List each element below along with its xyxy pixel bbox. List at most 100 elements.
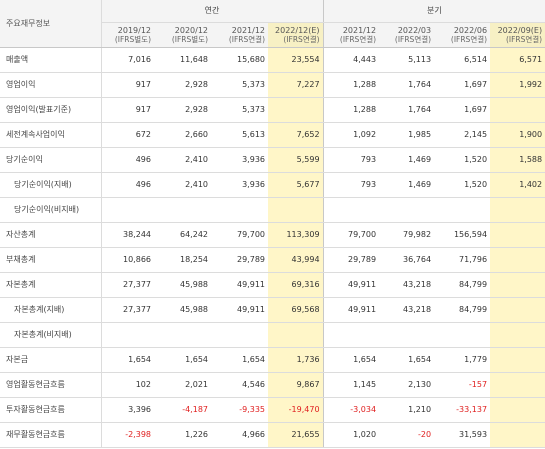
- period-year: 2022/09(E): [497, 25, 543, 35]
- table-cell: 7,016: [101, 47, 154, 73]
- table-cell: 1,654: [379, 347, 435, 373]
- table-cell: 2,410: [154, 172, 211, 198]
- table-cell: 45,988: [154, 272, 211, 298]
- period-header: 2022/09(E) (IFRS연결): [490, 22, 545, 48]
- row-label: 영업활동현금흐름: [0, 372, 102, 398]
- table-cell: [379, 197, 435, 223]
- period-header: 2021/12 (IFRS연결): [211, 22, 268, 48]
- table-cell: 113,309: [268, 222, 324, 248]
- table-cell: [490, 297, 545, 323]
- table-cell: 1,469: [379, 172, 435, 198]
- period-accounting-type: (IFRS별도): [171, 34, 208, 44]
- table-cell: -4,187: [154, 397, 211, 423]
- table-cell: -9,335: [211, 397, 268, 423]
- period-header: 2022/12(E) (IFRS연결): [268, 22, 324, 48]
- row-label: 세전계속사업이익: [0, 122, 102, 148]
- financial-rows: 매출액 7,016 11,648 15,680 23,554 4,443 5,113 6,51…: [0, 47, 545, 448]
- table-cell: 1,288: [323, 72, 380, 98]
- table-cell: [490, 247, 545, 273]
- table-cell: 2,021: [154, 372, 211, 398]
- period-header: 2020/12 (IFRS별도): [154, 22, 211, 48]
- table-row: 당기순이익(지배) 496 2,410 3,936 5,677 793 1,469 1,520…: [0, 172, 545, 198]
- table-row: 자본총계(비지배): [0, 322, 545, 348]
- table-cell: [323, 197, 380, 223]
- table-cell: 102: [101, 372, 154, 398]
- row-label: 자본금: [0, 347, 102, 373]
- table-cell: [490, 372, 545, 398]
- table-cell: 45,988: [154, 297, 211, 323]
- table-cell: 29,789: [211, 247, 268, 273]
- table-cell: [154, 322, 211, 348]
- table-cell: 1,020: [323, 422, 380, 448]
- period-accounting-type: (IFRS별도): [114, 34, 151, 44]
- period-year: 2021/12: [342, 25, 377, 35]
- period-header: 2021/12 (IFRS연결): [323, 22, 380, 48]
- table-cell: 496: [101, 172, 154, 198]
- table-cell: [154, 197, 211, 223]
- table-cell: 1,469: [379, 147, 435, 173]
- table-cell: [379, 322, 435, 348]
- table-cell: 21,655: [268, 422, 324, 448]
- period-accounting-type: (IFRS연결): [283, 34, 320, 44]
- table-cell: 1,210: [379, 397, 435, 423]
- table-cell: 11,648: [154, 47, 211, 73]
- table-row: 영업이익 917 2,928 5,373 7,227 1,288 1,764 1,697 1,9…: [0, 72, 545, 98]
- table-cell: 3,396: [101, 397, 154, 423]
- table-cell: 7,227: [268, 72, 324, 98]
- row-label: 자본총계: [0, 272, 102, 298]
- table-cell: -19,470: [268, 397, 324, 423]
- period-accounting-type: (IFRS연결): [450, 34, 488, 44]
- table-cell: 917: [101, 72, 154, 98]
- table-cell: [268, 322, 324, 348]
- table-row: 세전계속사업이익 672 2,660 5,613 7,652 1,092 1,985 2,14…: [0, 122, 545, 148]
- table-cell: -20: [379, 422, 435, 448]
- table-cell: 36,764: [379, 247, 435, 273]
- table-cell: -157: [434, 372, 491, 398]
- table-row: 자본총계(지배) 27,377 45,988 49,911 69,568 49,911 43…: [0, 297, 545, 323]
- table-cell: 1,145: [323, 372, 380, 398]
- table-cell: 2,130: [379, 372, 435, 398]
- table-row: 매출액 7,016 11,648 15,680 23,554 4,443 5,113 6,51…: [0, 47, 545, 73]
- table-row: 당기순이익(비지배): [0, 197, 545, 223]
- table-cell: 79,700: [323, 222, 380, 248]
- table-cell: 2,145: [434, 122, 491, 148]
- row-label: 부채총계: [0, 247, 102, 273]
- table-cell: -33,137: [434, 397, 491, 423]
- table-cell: 1,520: [434, 172, 491, 198]
- table-cell: 1,226: [154, 422, 211, 448]
- table-row: 투자활동현금흐름 3,396 -4,187 -9,335 -19,470 -3,034 1,…: [0, 397, 545, 423]
- table-cell: 5,613: [211, 122, 268, 148]
- table-cell: 5,373: [211, 97, 268, 123]
- annual-title: 연간: [204, 6, 220, 16]
- table-cell: 1,588: [490, 147, 545, 173]
- table-row: 영업활동현금흐름 102 2,021 4,546 9,867 1,145 2,130 -157: [0, 372, 545, 398]
- table-cell: 5,677: [268, 172, 324, 198]
- table-cell: 43,218: [379, 297, 435, 323]
- table-cell: 4,443: [323, 47, 380, 73]
- table-cell: 27,377: [101, 272, 154, 298]
- table-cell: 5,113: [379, 47, 435, 73]
- table-cell: 1,654: [211, 347, 268, 373]
- table-cell: 1,779: [434, 347, 491, 373]
- period-accounting-type: (IFRS연결): [394, 34, 432, 44]
- table-cell: 793: [323, 147, 380, 173]
- period-header: 2022/03 (IFRS연결): [379, 22, 435, 48]
- table-cell: [101, 197, 154, 223]
- table-row: 자산총계 38,244 64,242 79,700 113,309 79,700 79,98…: [0, 222, 545, 248]
- table-cell: 31,593: [434, 422, 491, 448]
- row-label: 매출액: [0, 47, 102, 73]
- row-label: 영업이익: [0, 72, 102, 98]
- table-cell: 27,377: [101, 297, 154, 323]
- table-cell: [490, 197, 545, 223]
- table-cell: 18,254: [154, 247, 211, 273]
- table-cell: -2,398: [101, 422, 154, 448]
- table-cell: 15,680: [211, 47, 268, 73]
- table-cell: 79,700: [211, 222, 268, 248]
- table-cell: 156,594: [434, 222, 491, 248]
- table-cell: 2,928: [154, 72, 211, 98]
- table-cell: [490, 422, 545, 448]
- period-year: 2022/03: [397, 25, 432, 35]
- table-cell: 496: [101, 147, 154, 173]
- table-cell: 1,985: [379, 122, 435, 148]
- table-row: 재무활동현금흐름 -2,398 1,226 4,966 21,655 1,020 -20 31…: [0, 422, 545, 448]
